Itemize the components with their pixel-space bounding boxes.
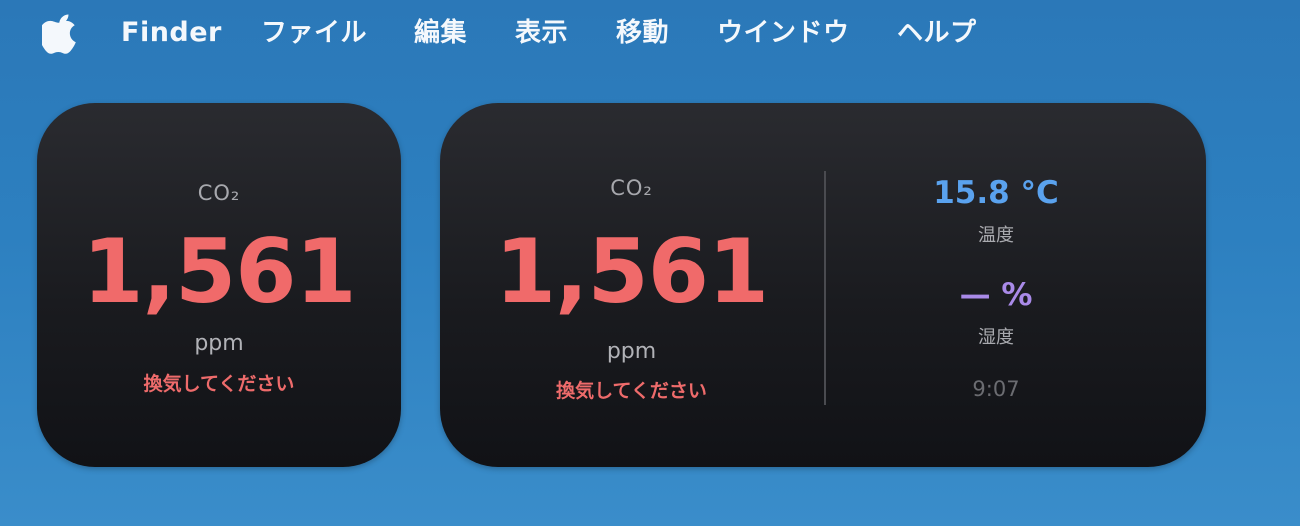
co2-label: CO₂ [610, 176, 653, 200]
co2-label: CO₂ [197, 181, 241, 205]
co2-value: 1,561 [494, 220, 769, 323]
co2-reading: CO₂ 1,561 ppm 換気してください [37, 103, 401, 467]
menu-help[interactable]: ヘルプ [897, 14, 977, 52]
co2-alert-message: 換気してください [556, 380, 707, 402]
menu-bar: Finder ファイル 編集 表示 移動 ウインドウ ヘルプ [0, 0, 1300, 66]
last-updated-time: 9:07 [972, 377, 1020, 401]
co2-widget-small[interactable]: CO₂ 1,561 ppm 換気してください [37, 103, 401, 467]
menu-edit[interactable]: 編集 [414, 14, 467, 52]
environment-readings: 15.8 °C 温度 — % 湿度 9:07 [826, 103, 1166, 467]
temperature-value: 15.8 °C [933, 175, 1059, 211]
co2-alert-message: 換気してください [143, 373, 295, 395]
apple-logo-icon[interactable] [39, 12, 80, 54]
humidity-label: 湿度 [978, 327, 1014, 348]
co2-reading: CO₂ 1,561 ppm 換気してください [440, 103, 823, 467]
menu-file[interactable]: ファイル [261, 14, 367, 52]
co2-widget-medium[interactable]: CO₂ 1,561 ppm 換気してください 15.8 °C 温度 — % 湿度… [440, 103, 1206, 467]
menu-finder[interactable]: Finder [121, 14, 222, 52]
co2-value: 1,561 [82, 220, 356, 323]
co2-unit: ppm [606, 339, 657, 364]
menu-view[interactable]: 表示 [515, 14, 568, 52]
humidity-value: — % [959, 277, 1033, 313]
temperature-label: 温度 [978, 225, 1014, 246]
co2-unit: ppm [194, 331, 244, 356]
menu-go[interactable]: 移動 [616, 14, 669, 52]
menu-window[interactable]: ウインドウ [717, 14, 850, 52]
